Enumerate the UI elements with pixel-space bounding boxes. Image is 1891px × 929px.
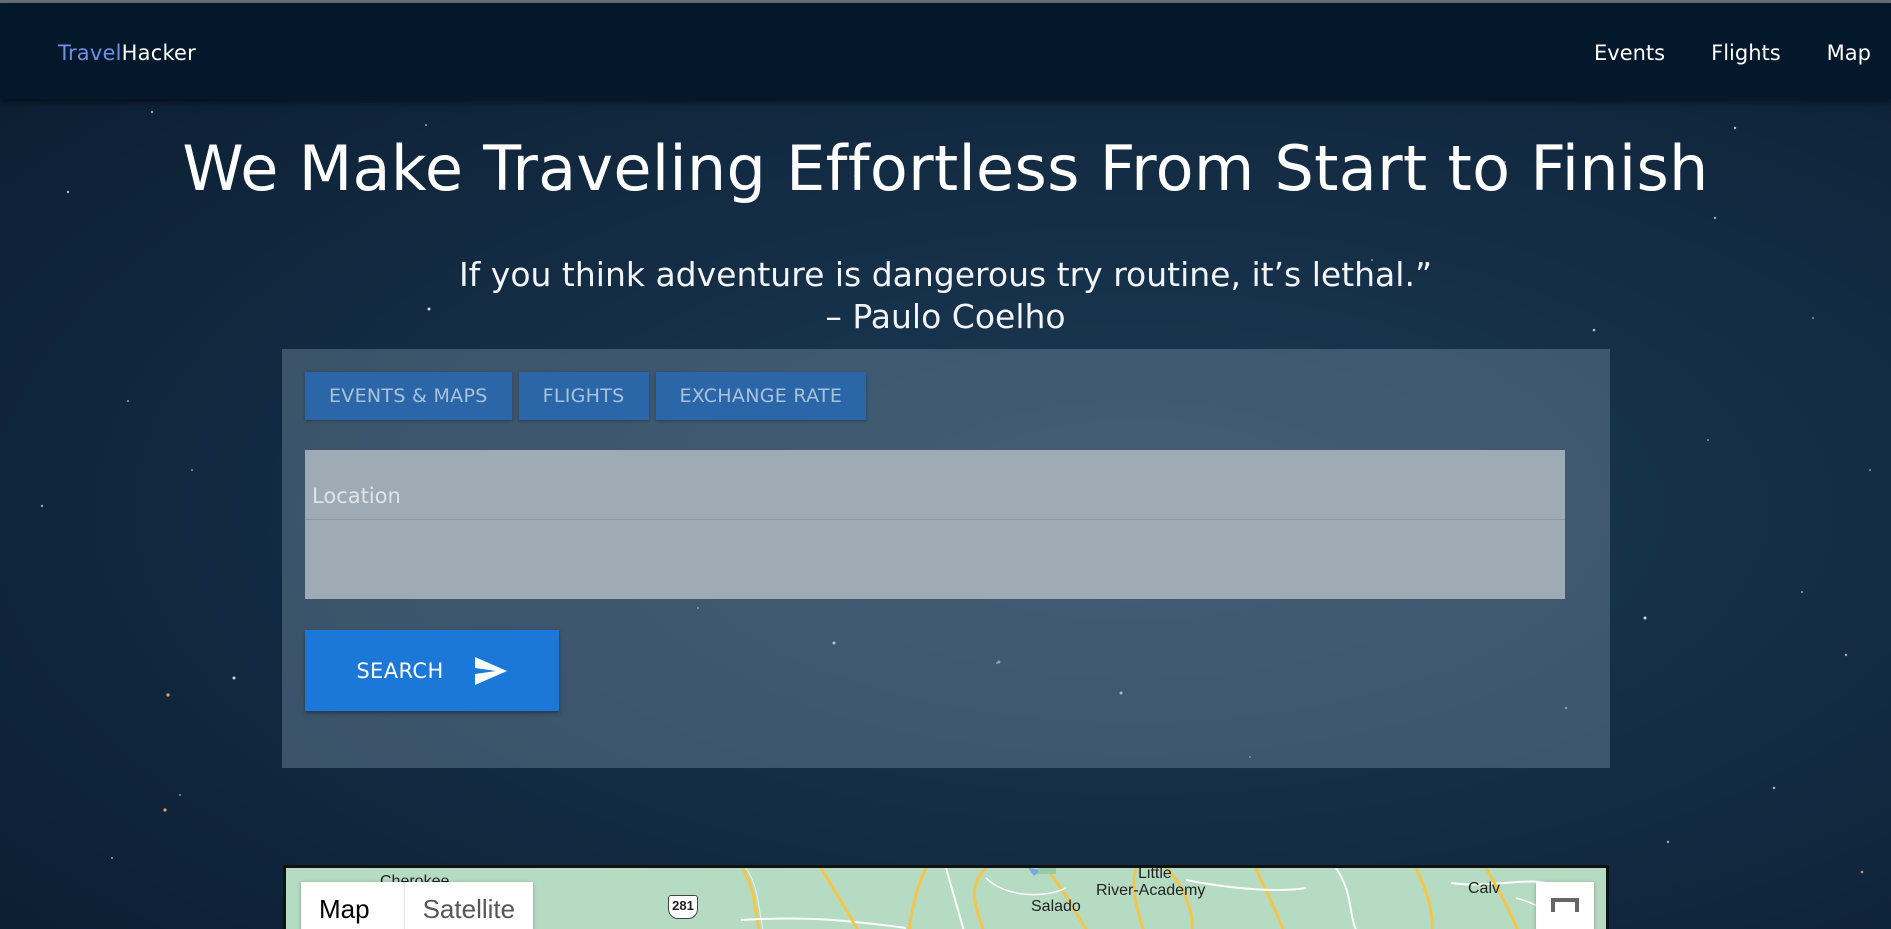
top-navbar: TravelHacker Events Flights Map <box>0 3 1891 99</box>
map-type-map-button[interactable]: Map <box>301 882 405 929</box>
search-button-label: SEARCH <box>356 658 444 683</box>
hero-title: We Make Traveling Effortless From Start … <box>182 132 1709 205</box>
nav-link-flights[interactable]: Flights <box>1711 41 1781 65</box>
location-field-container <box>305 450 1565 599</box>
map-label-salado: Salado <box>1031 898 1081 915</box>
brand-logo-travel: Travel <box>58 41 122 65</box>
quote-text: If you think adventure is dangerous try … <box>458 255 1433 294</box>
highway-shield: 281 <box>668 895 698 919</box>
nav-link-map[interactable]: Map <box>1827 41 1871 65</box>
map-type-satellite-button[interactable]: Satellite <box>405 882 534 929</box>
search-panel: EVENTS & MAPS FLIGHTS EXCHANGE RATE SEAR… <box>282 349 1610 768</box>
fullscreen-icon <box>1551 898 1579 912</box>
send-icon <box>474 656 507 685</box>
nav-links: Events Flights Map <box>1594 41 1891 65</box>
tab-exchange-rate[interactable]: EXCHANGE RATE <box>655 372 867 420</box>
tab-events-maps[interactable]: EVENTS & MAPS <box>305 372 512 420</box>
map-label-calvert: Calv <box>1468 880 1501 897</box>
tab-flights[interactable]: FLIGHTS <box>518 372 649 420</box>
quote-author: – Paulo Coelho <box>825 297 1066 336</box>
brand-logo-hacker: Hacker <box>121 41 197 65</box>
map-label-little: Little <box>1138 865 1172 882</box>
nav-link-events[interactable]: Events <box>1594 41 1665 65</box>
brand-logo[interactable]: TravelHacker <box>58 41 196 65</box>
map-type-control: Map Satellite <box>301 882 534 929</box>
fullscreen-button[interactable] <box>1536 882 1594 929</box>
search-tabs: EVENTS & MAPS FLIGHTS EXCHANGE RATE <box>305 372 873 420</box>
hero-quote: If you think adventure is dangerous try … <box>0 254 1891 338</box>
map-label-river-academy: River-Academy <box>1096 882 1206 899</box>
map-widget[interactable]: Cherokee Little River-Academy Salado Cal… <box>283 865 1609 929</box>
search-button[interactable]: SEARCH <box>305 630 559 711</box>
location-input[interactable] <box>305 450 1565 520</box>
